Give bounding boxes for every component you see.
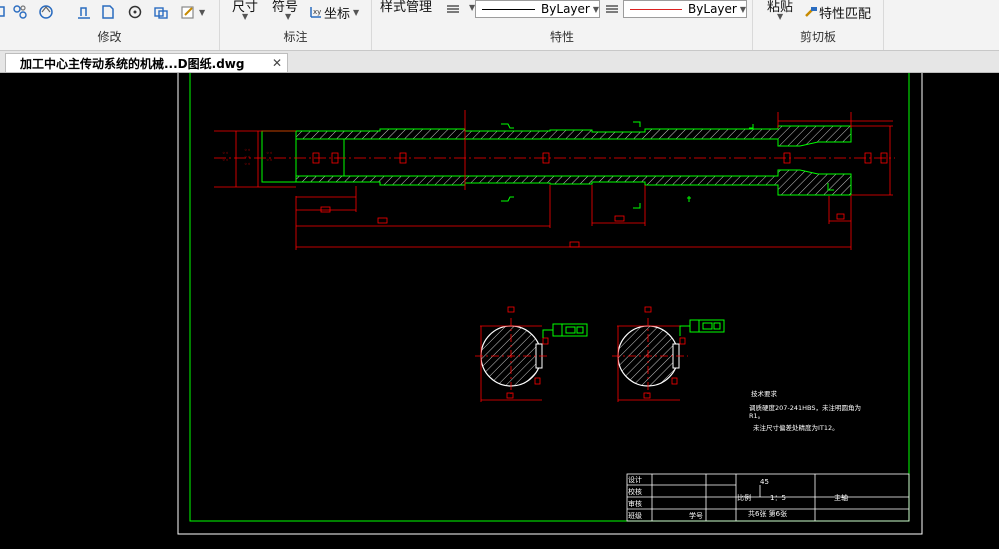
tb-material: 45 — [760, 478, 769, 486]
ribbon: ▼ 修改 尺寸 ▼ 符号 ▼ xy 坐标 ▼ 标注 样式管理 ▼ ByLayer — [0, 0, 999, 51]
dim-text-box — [679, 337, 686, 345]
align-icon — [78, 7, 90, 19]
shaft-upper-wall — [295, 125, 852, 147]
drawing-canvas[interactable]: ◦◦◦◦ ◦◦◦◦◦◦ ◦◦◦◦ 技术要求 调质硬度207-241HBS，未注明… — [0, 73, 999, 549]
tb-student-no: 学号 — [689, 511, 703, 520]
edit-tool-button[interactable]: ▼ — [180, 0, 205, 24]
dim-text-box — [542, 337, 549, 345]
style-manager-label: 样式管理 — [380, 0, 433, 15]
rotate-3d-icon — [39, 5, 53, 19]
document-tab-bar: 加工中心主传动系统的机械...D图纸.dwg ✕ — [0, 51, 999, 73]
explode-icon — [0, 6, 5, 17]
tech-req-title: 技术要求 — [751, 389, 778, 398]
dim-text-box — [507, 306, 515, 313]
dim-text-box — [506, 392, 514, 399]
document-tab-title: 加工中心主传动系统的机械...D图纸.dwg — [20, 56, 245, 71]
array-tool-button[interactable] — [12, 0, 28, 24]
svg-text:◦◦: ◦◦ — [222, 157, 229, 164]
ribbon-group-properties: 样式管理 ▼ ByLayer ▼ ByLayer ▼ 特性 — [372, 0, 753, 50]
ribbon-group-modify: ▼ 修改 — [0, 0, 220, 50]
tb-sheets: 共6张 第6张 — [748, 509, 787, 518]
ribbon-group-label-annotation: 标注 — [283, 30, 308, 44]
color-value: ByLayer — [688, 2, 737, 16]
tolerance-frame — [679, 319, 725, 336]
match-properties-button[interactable]: 特性匹配 — [803, 0, 871, 24]
match-properties-label: 特性匹配 — [819, 6, 872, 22]
edit-icon — [181, 6, 194, 19]
rotate3d-tool-button[interactable] — [38, 0, 54, 24]
explode-tool-button[interactable] — [0, 0, 10, 24]
linetype-value: ByLayer — [541, 2, 590, 16]
match-properties-icon — [805, 7, 817, 17]
style-manager-button[interactable]: 样式管理 — [380, 0, 432, 17]
document-tab[interactable]: 加工中心主传动系统的机械...D图纸.dwg ✕ — [5, 53, 288, 72]
color-lines-icon — [606, 5, 618, 13]
rotate-tool-button[interactable] — [127, 0, 143, 24]
dim-text-box — [320, 206, 331, 213]
svg-text:xy: xy — [313, 8, 321, 16]
lineweight-icon — [447, 5, 459, 13]
svg-text:◦◦: ◦◦ — [266, 157, 273, 164]
tech-req-line2: R1。 — [749, 412, 764, 420]
tb-scale-value: 1：5 — [770, 494, 786, 502]
coordinate-button[interactable]: xy 坐标 ▼ — [308, 0, 359, 24]
svg-text:◦◦: ◦◦ — [244, 147, 251, 154]
chevron-down-icon[interactable]: ▼ — [242, 12, 248, 21]
color-dropdown[interactable]: ByLayer ▼ — [623, 0, 747, 18]
close-icon[interactable]: ✕ — [272, 56, 282, 70]
dim-text-box — [671, 377, 678, 385]
svg-text:◦◦: ◦◦ — [222, 150, 229, 157]
tb-check: 校核 — [628, 487, 642, 496]
tech-req-line1: 调质硬度207-241HBS，未注明圆角为 — [749, 403, 861, 412]
copy-tool-button[interactable] — [153, 0, 169, 24]
ribbon-group-label-properties: 特性 — [549, 30, 574, 44]
lineweight-button[interactable] — [445, 0, 461, 21]
dim-text-box — [836, 213, 845, 220]
color-swatch-button[interactable] — [604, 0, 620, 21]
chevron-down-icon[interactable]: ▼ — [285, 12, 291, 21]
coordinate-icon: xy — [310, 7, 321, 18]
tolerance-frame — [542, 323, 588, 338]
ribbon-group-label-modify: 修改 — [97, 30, 122, 44]
shaft-lower-wall — [295, 169, 852, 196]
tb-scale-label: 比例 — [737, 493, 751, 502]
dim-text-box — [643, 392, 651, 399]
dim-text-box — [569, 241, 580, 248]
rotate-icon — [128, 5, 142, 19]
tb-design: 设计 — [628, 475, 642, 484]
align-tool-button[interactable] — [76, 0, 92, 24]
chevron-down-icon: ▼ — [199, 7, 206, 17]
ribbon-group-annotation: 尺寸 ▼ 符号 ▼ xy 坐标 ▼ 标注 — [220, 0, 372, 50]
section-view-left — [475, 306, 588, 402]
dim-text-box — [534, 377, 541, 385]
left-dimension-glyphs: ◦◦◦◦ ◦◦◦◦◦◦ ◦◦◦◦ — [222, 147, 273, 168]
section-view-right — [612, 306, 725, 402]
chevron-down-icon: ▼ — [739, 4, 746, 14]
dim-text-box — [644, 306, 652, 313]
technical-requirements: 技术要求 调质硬度207-241HBS，未注明圆角为 R1。 未注尺寸偏差处精度… — [749, 389, 861, 432]
coordinate-label: 坐标 — [324, 6, 351, 22]
svg-text:◦◦: ◦◦ — [244, 154, 251, 161]
chevron-down-icon: ▼ — [592, 4, 599, 14]
tb-part-name: 主轴 — [834, 493, 848, 502]
linetype-dropdown[interactable]: ByLayer ▼ — [475, 0, 600, 18]
chevron-down-icon: ▼ — [353, 7, 360, 17]
shaft-left-bore — [295, 138, 345, 177]
array-icon — [13, 5, 27, 19]
ribbon-group-label-clipboard: 剪切板 — [799, 30, 836, 44]
tb-review: 审核 — [628, 499, 642, 508]
svg-text:◦◦: ◦◦ — [266, 150, 273, 157]
title-block: 设计 校核 审核 班级 学号 45 比例 1：5 主轴 共6张 第6张 — [626, 473, 910, 522]
copy-icon — [154, 7, 168, 19]
dim-text-box — [377, 217, 388, 224]
stretch-icon — [102, 5, 114, 19]
tech-req-line3: 未注尺寸偏差处精度为IT12。 — [753, 423, 839, 432]
tb-class: 班级 — [628, 511, 642, 520]
dim-text-box — [614, 215, 625, 222]
stretch-tool-button[interactable] — [100, 0, 116, 24]
ribbon-group-clipboard: 粘贴 ▼ 特性匹配 剪切板 — [753, 0, 884, 50]
shaft-main-view: ◦◦◦◦ ◦◦◦◦◦◦ ◦◦◦◦ — [214, 110, 895, 250]
chevron-down-icon[interactable]: ▼ — [777, 12, 783, 21]
svg-text:◦◦: ◦◦ — [244, 161, 251, 168]
